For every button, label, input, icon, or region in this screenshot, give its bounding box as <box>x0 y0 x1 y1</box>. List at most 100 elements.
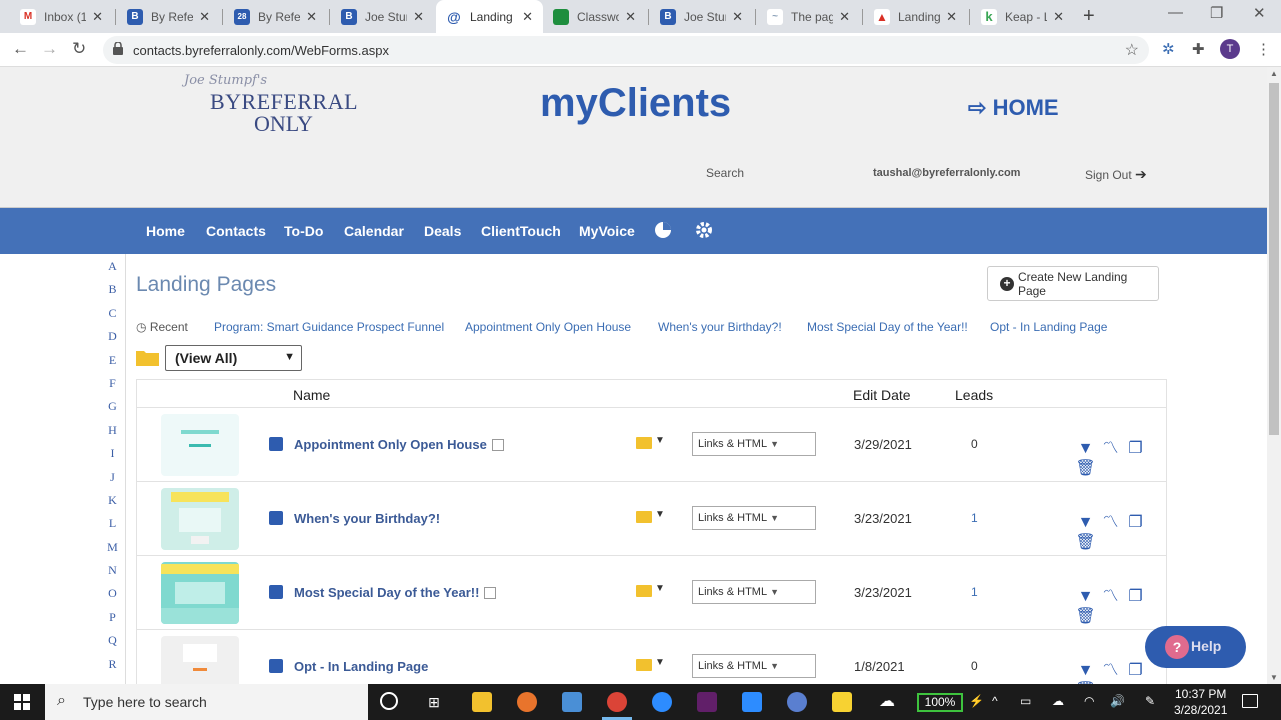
trash-icon[interactable]: 🗑 <box>1073 606 1098 626</box>
col-header-leads[interactable]: Leads <box>955 387 993 403</box>
page-thumbnail[interactable] <box>161 636 239 684</box>
caret-down-icon[interactable]: ▼ <box>655 509 665 520</box>
reload-icon[interactable]: ↻ <box>72 39 86 59</box>
folder-icon[interactable] <box>636 511 652 523</box>
browser-tab[interactable]: B Joe Stum ✕ <box>331 0 434 33</box>
browser-tab[interactable]: M Inbox (1) ✕ <box>10 0 113 33</box>
bookmark-star-icon[interactable]: ☆ <box>1125 40 1139 60</box>
trash-icon[interactable]: 🗑 <box>1073 458 1098 478</box>
alpha-letter[interactable]: D <box>100 324 125 347</box>
alpha-letter[interactable]: H <box>100 418 125 441</box>
alpha-letter[interactable]: Q <box>100 628 125 651</box>
copy-icon[interactable]: ❐ <box>1123 512 1148 532</box>
wifi-icon[interactable]: ◠ <box>1084 694 1094 708</box>
alpha-letter[interactable]: K <box>100 488 125 511</box>
new-tab-button[interactable]: + <box>1083 5 1095 28</box>
folder-icon[interactable] <box>636 437 652 449</box>
phone-app-icon[interactable] <box>652 692 672 712</box>
filter-icon[interactable]: ▼ <box>1073 588 1098 606</box>
col-header-edit-date[interactable]: Edit Date <box>853 387 911 403</box>
folder-icon[interactable] <box>636 585 652 597</box>
scroll-down-icon[interactable]: ▼ <box>1270 673 1278 682</box>
close-tab-icon[interactable]: ✕ <box>92 9 103 25</box>
close-window-button[interactable]: ✕ <box>1253 4 1266 22</box>
chart-line-icon[interactable]: 〽 <box>1098 434 1123 458</box>
external-link-icon[interactable] <box>269 585 283 599</box>
copy-icon[interactable]: ❐ <box>1123 438 1148 458</box>
pen-icon[interactable]: ✎ <box>1145 694 1155 708</box>
alpha-letter[interactable]: O <box>100 581 125 604</box>
alpha-letter[interactable]: L <box>100 511 125 534</box>
caret-down-icon[interactable]: ▼ <box>655 583 665 594</box>
sticky-notes-icon[interactable] <box>832 692 852 712</box>
filter-icon[interactable]: ▼ <box>1073 514 1098 532</box>
alpha-letter[interactable]: A <box>100 254 125 277</box>
notification-icon[interactable] <box>1242 694 1258 708</box>
chevron-up-icon[interactable]: ^ <box>992 694 998 708</box>
alpha-letter[interactable]: P <box>100 605 125 628</box>
caret-down-icon[interactable]: ▼ <box>655 657 665 668</box>
external-link-icon[interactable] <box>269 437 283 451</box>
browser-tab[interactable]: ▲ Landing ✕ <box>864 0 967 33</box>
row-name-link[interactable]: When's your Birthday?! <box>294 511 440 526</box>
links-html-dropdown[interactable]: Links & HTML ▼ <box>692 654 816 678</box>
alpha-letter[interactable]: I <box>100 441 125 464</box>
links-html-dropdown[interactable]: Links & HTML ▼ <box>692 432 816 456</box>
alpha-letter[interactable]: G <box>100 394 125 417</box>
cloud-icon[interactable]: ☁ <box>1052 694 1064 708</box>
nav-calendar[interactable]: Calendar <box>344 223 404 239</box>
external-link-icon[interactable] <box>269 511 283 525</box>
scroll-up-icon[interactable]: ▲ <box>1270 69 1278 78</box>
battery-icon[interactable]: ▭ <box>1020 694 1031 708</box>
copy-icon[interactable]: ❐ <box>1123 586 1148 606</box>
row-name-link[interactable]: Opt - In Landing Page <box>294 659 428 674</box>
scrollbar-thumb[interactable] <box>1269 83 1279 435</box>
alpha-letter[interactable]: J <box>100 465 125 488</box>
alpha-letter[interactable]: E <box>100 348 125 371</box>
extension-icon[interactable]: ✲ <box>1162 40 1175 58</box>
filter-icon[interactable]: ▼ <box>1073 440 1098 458</box>
puzzle-icon[interactable]: ✚ <box>1192 40 1205 58</box>
profile-avatar[interactable]: T <box>1220 39 1240 59</box>
caret-down-icon[interactable]: ▼ <box>655 435 665 446</box>
page-thumbnail[interactable] <box>161 488 239 550</box>
chrome-icon[interactable] <box>607 692 627 712</box>
nav-contacts[interactable]: Contacts <box>206 223 266 239</box>
file-explorer-icon[interactable] <box>472 692 492 712</box>
trash-icon[interactable]: 🗑 <box>1073 532 1098 552</box>
close-tab-icon[interactable]: ✕ <box>732 9 743 25</box>
filter-icon[interactable]: ▼ <box>1073 662 1098 680</box>
col-header-name[interactable]: Name <box>293 387 330 403</box>
alpha-letter[interactable]: C <box>100 301 125 324</box>
nav-myvoice[interactable]: MyVoice <box>579 223 635 239</box>
windows-start-icon[interactable] <box>14 694 30 710</box>
home-link[interactable]: ⇨ HOME <box>968 95 1059 121</box>
links-html-dropdown[interactable]: Links & HTML ▼ <box>692 580 816 604</box>
nav-todo[interactable]: To-Do <box>284 223 323 239</box>
copy-icon[interactable]: ❐ <box>1123 660 1148 680</box>
browser-tab[interactable]: Classwo ✕ <box>543 0 646 33</box>
chart-line-icon[interactable]: 〽 <box>1098 582 1123 606</box>
cortana-icon[interactable] <box>380 692 398 710</box>
browser-tab[interactable]: 28 By Refer ✕ <box>224 0 327 33</box>
settings-app-icon[interactable] <box>787 692 807 712</box>
leads-count[interactable]: 1 <box>971 585 978 599</box>
close-tab-icon[interactable]: ✕ <box>306 9 317 25</box>
taskbar-search-box[interactable]: ⌕ Type here to search <box>45 684 368 720</box>
alpha-letter[interactable]: M <box>100 535 125 558</box>
header-search-link[interactable]: Search <box>706 166 744 180</box>
browser-tab-active[interactable]: @ Landing ✕ <box>436 0 543 33</box>
browser-tab[interactable]: k Keap - Lo ✕ <box>971 0 1074 33</box>
browser-tab[interactable]: B Joe Stum ✕ <box>650 0 753 33</box>
browser-tab[interactable]: ~ The page ✕ <box>757 0 860 33</box>
task-view-icon[interactable]: ⊞ <box>424 692 444 712</box>
firefox-icon[interactable] <box>517 692 537 712</box>
calculator-icon[interactable] <box>562 692 582 712</box>
create-landing-page-button[interactable]: + Create New Landing Page <box>987 266 1159 301</box>
close-tab-icon[interactable]: ✕ <box>625 9 636 25</box>
folder-filter-select[interactable]: (View All) ▼ <box>165 345 302 371</box>
pie-chart-icon[interactable] <box>654 221 672 239</box>
volume-icon[interactable]: 🔊 <box>1110 694 1125 708</box>
alpha-letter[interactable]: F <box>100 371 125 394</box>
row-name-link[interactable]: Most Special Day of the Year!! <box>294 585 497 600</box>
